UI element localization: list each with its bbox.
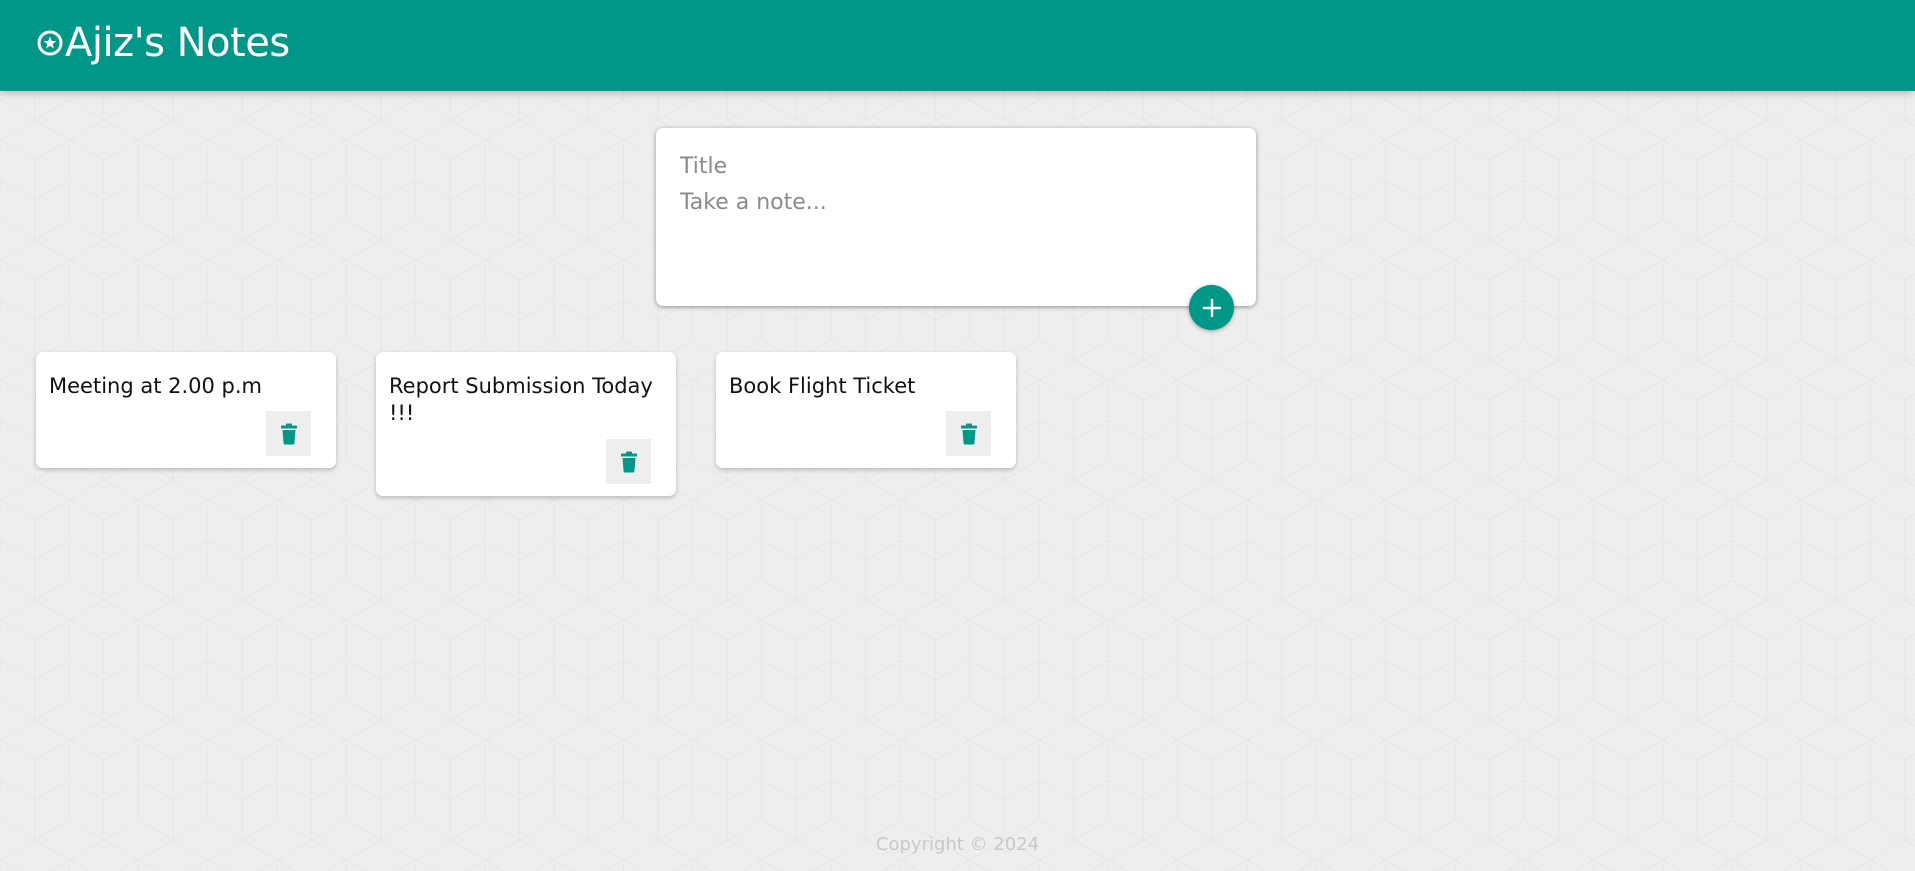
note-card: Book Flight Ticket — [716, 352, 1016, 468]
note-text: Book Flight Ticket — [729, 374, 916, 398]
create-note-form — [656, 128, 1256, 306]
footer: Copyright © 2024 — [0, 834, 1915, 855]
brand: Ajiz's Notes — [37, 18, 290, 68]
note-text: Report Submission Today !!! — [389, 374, 653, 425]
plus-icon — [1201, 297, 1223, 319]
trash-icon — [960, 423, 978, 445]
delete-note-button[interactable] — [606, 439, 651, 484]
note-content-input[interactable] — [680, 190, 1230, 280]
app-header: Ajiz's Notes — [0, 0, 1915, 91]
note-card: Report Submission Today !!! — [376, 352, 676, 496]
note-text: Meeting at 2.00 p.m — [49, 374, 263, 398]
trash-icon — [620, 451, 638, 473]
trash-icon — [280, 423, 298, 445]
note-card: Meeting at 2.00 p.m — [36, 352, 336, 468]
delete-note-button[interactable] — [946, 411, 991, 456]
delete-note-button[interactable] — [266, 411, 311, 456]
star-circle-icon — [37, 30, 63, 56]
copyright-text: Copyright © 2024 — [875, 834, 1040, 855]
note-title-input[interactable] — [680, 150, 1230, 182]
add-note-button[interactable] — [1189, 285, 1234, 330]
app-title: Ajiz's Notes — [65, 20, 290, 66]
